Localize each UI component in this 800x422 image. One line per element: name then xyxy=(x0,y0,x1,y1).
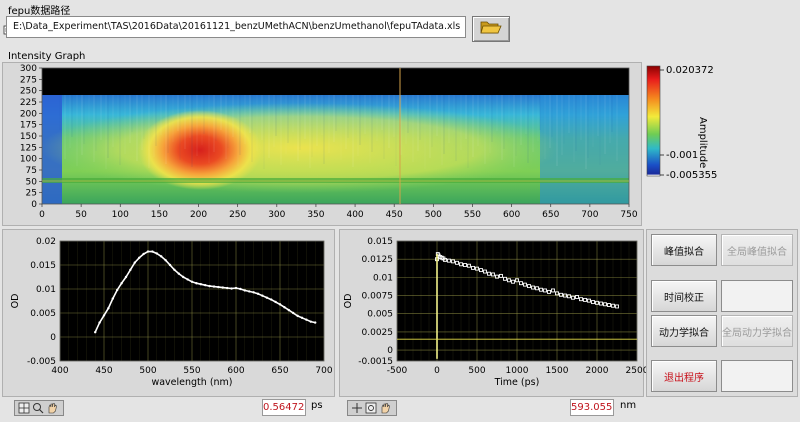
intensity-x-tick: 0 xyxy=(39,210,45,220)
intensity-y-tick: 25 xyxy=(26,189,37,199)
time-unit-label: ps xyxy=(311,400,323,411)
time-correction-button[interactable]: 时间校正 xyxy=(651,280,717,312)
intensity-y-tick: 100 xyxy=(20,155,37,165)
intensity-y-tick: 275 xyxy=(20,75,37,85)
spectrum-graph-palette xyxy=(14,400,64,416)
intensity-y-tick: 0 xyxy=(31,200,37,210)
wavelength-unit-label: nm xyxy=(620,400,637,411)
zoom-icon[interactable] xyxy=(365,402,377,414)
intensity-y-tick: 200 xyxy=(20,109,37,119)
intensity-x-tick: 650 xyxy=(542,210,559,220)
zoom-icon[interactable] xyxy=(32,402,44,414)
colorbar xyxy=(646,65,661,177)
colorbar-label: Amplitude xyxy=(697,117,708,169)
intensity-y-tick: 250 xyxy=(20,87,37,97)
spectrum-panel xyxy=(2,229,335,397)
intensity-y-tick: 150 xyxy=(20,132,37,142)
intensity-y-tick: 300 xyxy=(20,64,37,74)
pan-hand-icon[interactable] xyxy=(379,402,391,414)
intensity-x-tick: 750 xyxy=(620,210,637,220)
intensity-x-tick: 600 xyxy=(503,210,520,220)
intensity-x-tick: 200 xyxy=(190,210,207,220)
global-peak-fit-button[interactable]: 全局峰值拟合 xyxy=(721,234,793,266)
intensity-y-tick: 225 xyxy=(20,98,37,108)
intensity-y-tick: 75 xyxy=(26,166,37,176)
global-kinetic-fit-button[interactable]: 全局动力学拟合 xyxy=(721,315,793,347)
exit-status xyxy=(721,360,793,392)
pan-hand-icon[interactable] xyxy=(46,402,58,414)
cursor-move-icon[interactable] xyxy=(351,402,363,414)
time-correction-status xyxy=(721,280,793,312)
intensity-y-tick: 175 xyxy=(20,121,37,131)
kinetic-fit-button[interactable]: 动力学拟合 xyxy=(651,315,717,347)
intensity-x-tick: 700 xyxy=(581,210,598,220)
intensity-x-tick: 150 xyxy=(151,210,168,220)
intensity-heatmap xyxy=(42,68,629,204)
intensity-x-tick: 250 xyxy=(229,210,246,220)
intensity-x-tick: 100 xyxy=(112,210,129,220)
colorbar-tick-min: -0.005355 xyxy=(666,170,718,181)
colorbar-tick-mid: -0.001 xyxy=(666,150,699,161)
intensity-x-tick: 550 xyxy=(464,210,481,220)
intensity-x-tick: 350 xyxy=(307,210,324,220)
colorbar-tick-max: 0.020372 xyxy=(666,65,714,76)
peak-fit-button[interactable]: 峰值拟合 xyxy=(651,234,717,266)
intensity-x-tick: 450 xyxy=(386,210,403,220)
wavelength-readout: 593.055 xyxy=(570,399,614,416)
cursor-move-icon[interactable] xyxy=(18,402,30,414)
kinetics-panel xyxy=(339,229,644,397)
time-readout: 0.56472 xyxy=(262,399,306,416)
intensity-x-tick: 300 xyxy=(268,210,285,220)
intensity-x-tick: 50 xyxy=(75,210,87,220)
kinetics-graph-palette xyxy=(347,400,397,416)
intensity-x-tick: 400 xyxy=(346,210,363,220)
exit-button[interactable]: 退出程序 xyxy=(651,360,717,392)
intensity-y-tick: 50 xyxy=(26,177,38,187)
intensity-y-tick: 125 xyxy=(20,143,37,153)
intensity-x-tick: 500 xyxy=(425,210,442,220)
